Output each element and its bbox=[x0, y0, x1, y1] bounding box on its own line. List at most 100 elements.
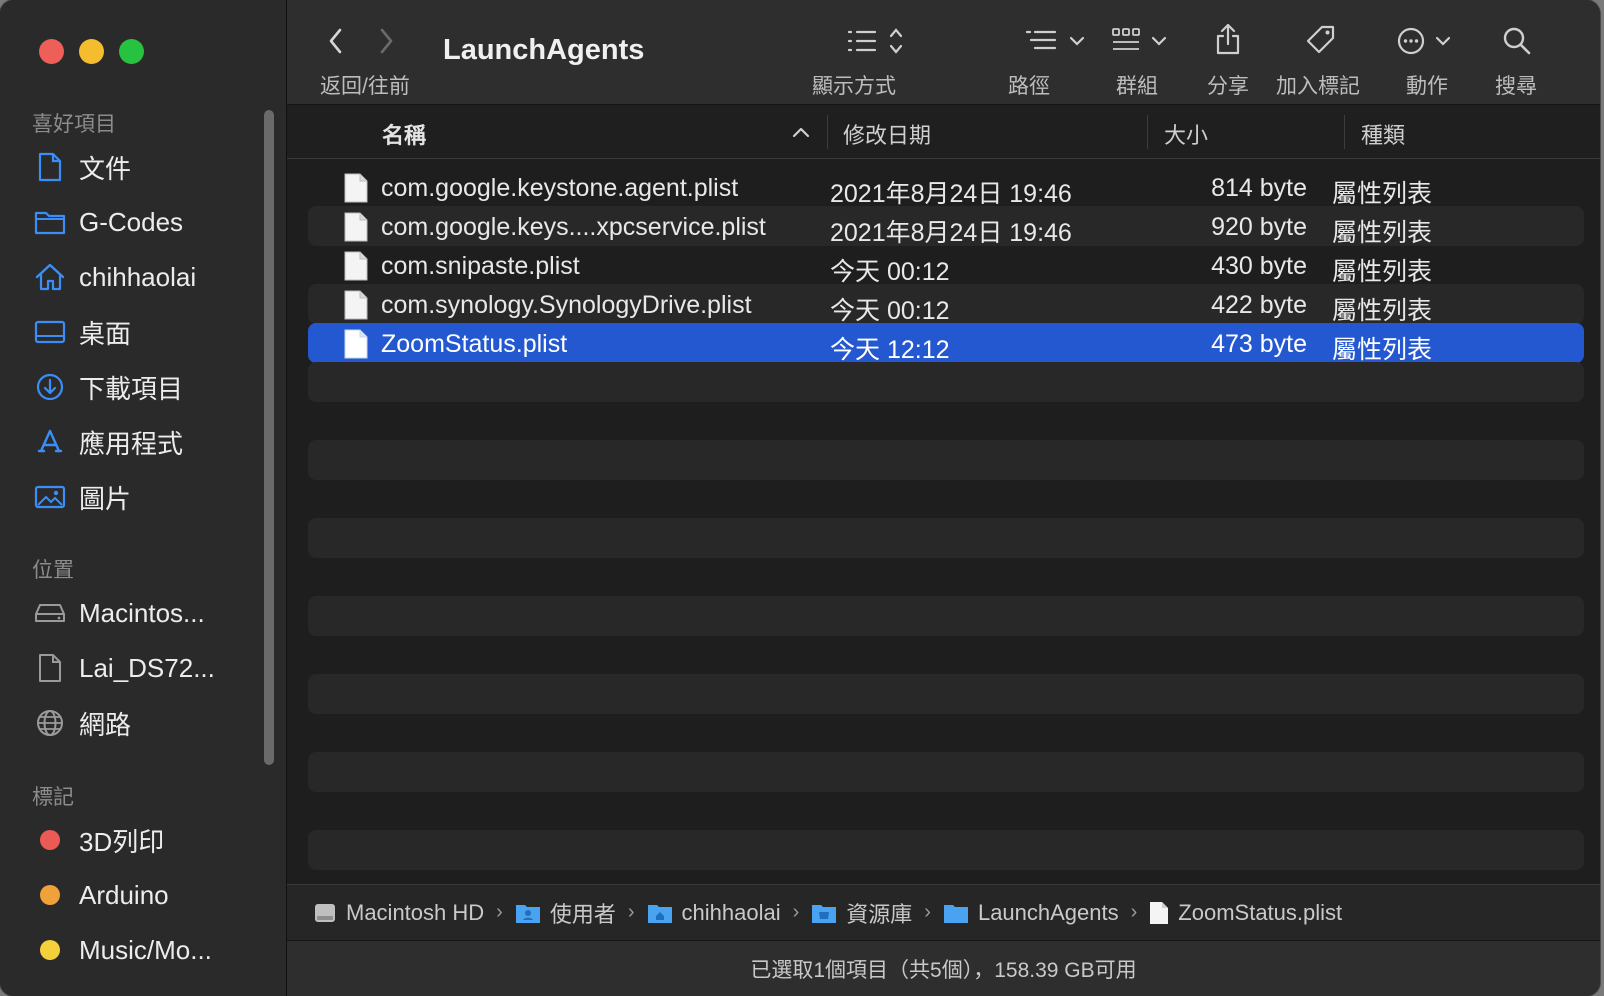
column-header: 名稱 修改日期 大小 種類 bbox=[287, 105, 1600, 159]
path-menu-icon[interactable] bbox=[1025, 28, 1091, 59]
sidebar-header-locations: 位置 bbox=[32, 559, 74, 582]
file-date: 今天 00:12 bbox=[830, 258, 950, 286]
sidebar-item-label: Lai_DS72... bbox=[79, 652, 215, 683]
minimize-button[interactable] bbox=[79, 39, 104, 64]
sidebar-item-documents[interactable]: 文件 bbox=[32, 145, 131, 189]
file-icon bbox=[344, 290, 368, 327]
empty-row-stripe bbox=[308, 752, 1584, 792]
path-separator-icon: › bbox=[924, 901, 931, 923]
list-view-icon[interactable] bbox=[847, 26, 913, 61]
empty-row-stripe bbox=[308, 596, 1584, 636]
empty-row-stripe bbox=[308, 830, 1584, 870]
empty-row-stripe bbox=[308, 440, 1584, 480]
table-row[interactable]: com.synology.SynologyDrive.plist 今天 00:1… bbox=[308, 284, 1584, 327]
path-separator-icon: › bbox=[627, 901, 635, 923]
sidebar-item-home[interactable]: chihhaolai bbox=[32, 255, 196, 299]
path-item-label: LaunchAgents bbox=[977, 899, 1119, 925]
sidebar-item-network[interactable]: 網路 bbox=[32, 701, 131, 745]
sidebar-item-label: 圖片 bbox=[79, 483, 132, 514]
desktop-icon bbox=[32, 314, 68, 350]
table-row[interactable]: com.google.keystone.agent.plist 2021年8月2… bbox=[308, 167, 1584, 210]
sidebar-item-label: Music/Mo... bbox=[79, 934, 212, 965]
document-icon bbox=[32, 149, 68, 185]
forward-chevron-icon[interactable] bbox=[377, 27, 395, 60]
column-divider[interactable] bbox=[827, 115, 828, 149]
finder-window: 喜好項目 文件 G-Codes chihhaolai 桌面 下載項目 應用程式 … bbox=[0, 0, 1600, 996]
path-item[interactable]: Macintosh HD bbox=[313, 900, 484, 926]
tag-icon[interactable] bbox=[1305, 24, 1337, 61]
sidebar-item-applications[interactable]: 應用程式 bbox=[32, 420, 183, 464]
share-icon[interactable] bbox=[1214, 22, 1242, 61]
sidebar-scrollbar[interactable] bbox=[264, 110, 274, 765]
sidebar-item-tag-arduino[interactable]: Arduino bbox=[32, 873, 169, 917]
close-button[interactable] bbox=[39, 39, 64, 64]
action-label: 動作 bbox=[1406, 75, 1448, 98]
sidebar-item-tag-3d-print[interactable]: 3D列印 bbox=[32, 818, 164, 862]
path-item-label: ZoomStatus.plist bbox=[1178, 899, 1343, 925]
download-icon bbox=[32, 369, 68, 405]
table-row-selected[interactable]: ZoomStatus.plist 今天 12:12 473 byte 屬性列表 bbox=[308, 323, 1584, 366]
sidebar-item-label: chihhaolai bbox=[79, 261, 197, 292]
path-separator-icon: › bbox=[496, 901, 503, 923]
sidebar-item-downloads[interactable]: 下載項目 bbox=[32, 365, 183, 409]
sidebar-item-label: G-Codes bbox=[79, 206, 184, 237]
file-kind: 屬性列表 bbox=[1332, 297, 1433, 325]
file-size: 430 byte bbox=[1211, 252, 1307, 280]
tag-label: 加入標記 bbox=[1276, 75, 1360, 98]
sidebar-item-label: 文件 bbox=[79, 153, 132, 184]
tag-dot-icon bbox=[32, 822, 68, 858]
file-name: ZoomStatus.plist bbox=[381, 330, 568, 358]
view-label: 顯示方式 bbox=[812, 75, 896, 98]
home-folder-icon bbox=[647, 902, 673, 924]
path-separator-icon: › bbox=[1130, 901, 1138, 923]
column-divider[interactable] bbox=[1147, 115, 1148, 149]
empty-row-stripe bbox=[308, 362, 1584, 402]
drive-icon bbox=[32, 595, 68, 631]
column-header-name[interactable]: 名稱 bbox=[382, 118, 426, 150]
path-label: 路徑 bbox=[1008, 75, 1050, 98]
empty-row-stripe bbox=[308, 674, 1584, 714]
file-icon bbox=[344, 212, 368, 249]
table-row[interactable]: com.google.keys....xpcservice.plist 2021… bbox=[308, 206, 1584, 249]
file-date: 今天 00:12 bbox=[830, 297, 950, 325]
sidebar-item-macintosh-hd[interactable]: Macintos... bbox=[32, 591, 205, 635]
server-icon bbox=[32, 650, 68, 686]
file-kind: 屬性列表 bbox=[1332, 258, 1433, 286]
table-row[interactable]: com.snipaste.plist 今天 00:12 430 byte 屬性列… bbox=[308, 245, 1584, 288]
search-label: 搜尋 bbox=[1495, 75, 1537, 98]
column-divider[interactable] bbox=[1344, 115, 1345, 149]
column-header-kind[interactable]: 種類 bbox=[1361, 118, 1405, 150]
sidebar-item-label: 桌面 bbox=[79, 318, 132, 349]
path-item[interactable]: 使用者 bbox=[515, 897, 616, 929]
sidebar-item-label: 3D列印 bbox=[79, 826, 165, 857]
file-icon bbox=[344, 173, 368, 210]
file-icon bbox=[344, 251, 368, 288]
sidebar-item-pictures[interactable]: 圖片 bbox=[32, 475, 131, 519]
back-chevron-icon[interactable] bbox=[327, 27, 345, 60]
file-kind: 屬性列表 bbox=[1332, 219, 1433, 247]
file-name: com.snipaste.plist bbox=[381, 252, 580, 280]
applications-icon bbox=[32, 424, 68, 460]
path-item[interactable]: chihhaolai bbox=[647, 900, 781, 926]
path-item-label: Macintosh HD bbox=[346, 899, 485, 925]
path-bar: Macintosh HD › 使用者 › chihhaolai › 資源庫 › … bbox=[287, 884, 1600, 940]
users-folder-icon bbox=[515, 902, 541, 924]
file-name: com.synology.SynologyDrive.plist bbox=[381, 291, 752, 319]
path-item[interactable]: 資源庫 bbox=[811, 897, 912, 929]
column-header-size[interactable]: 大小 bbox=[1164, 118, 1208, 150]
more-actions-icon[interactable] bbox=[1397, 26, 1457, 61]
file-icon bbox=[344, 329, 368, 366]
search-icon[interactable] bbox=[1502, 26, 1532, 61]
file-size: 814 byte bbox=[1211, 174, 1307, 202]
path-item[interactable]: ZoomStatus.plist bbox=[1149, 900, 1342, 926]
folder-icon bbox=[943, 902, 969, 924]
sidebar-item-g-codes[interactable]: G-Codes bbox=[32, 200, 183, 244]
sidebar-item-desktop[interactable]: 桌面 bbox=[32, 310, 131, 354]
sidebar-item-lai-ds72[interactable]: Lai_DS72... bbox=[32, 646, 215, 690]
zoom-button[interactable] bbox=[119, 39, 144, 64]
sidebar-item-tag-music[interactable]: Music/Mo... bbox=[32, 928, 212, 972]
column-header-date[interactable]: 修改日期 bbox=[843, 118, 931, 150]
group-grid-icon[interactable] bbox=[1111, 26, 1177, 61]
sort-ascending-icon[interactable] bbox=[792, 125, 810, 143]
path-item[interactable]: LaunchAgents bbox=[943, 900, 1119, 926]
